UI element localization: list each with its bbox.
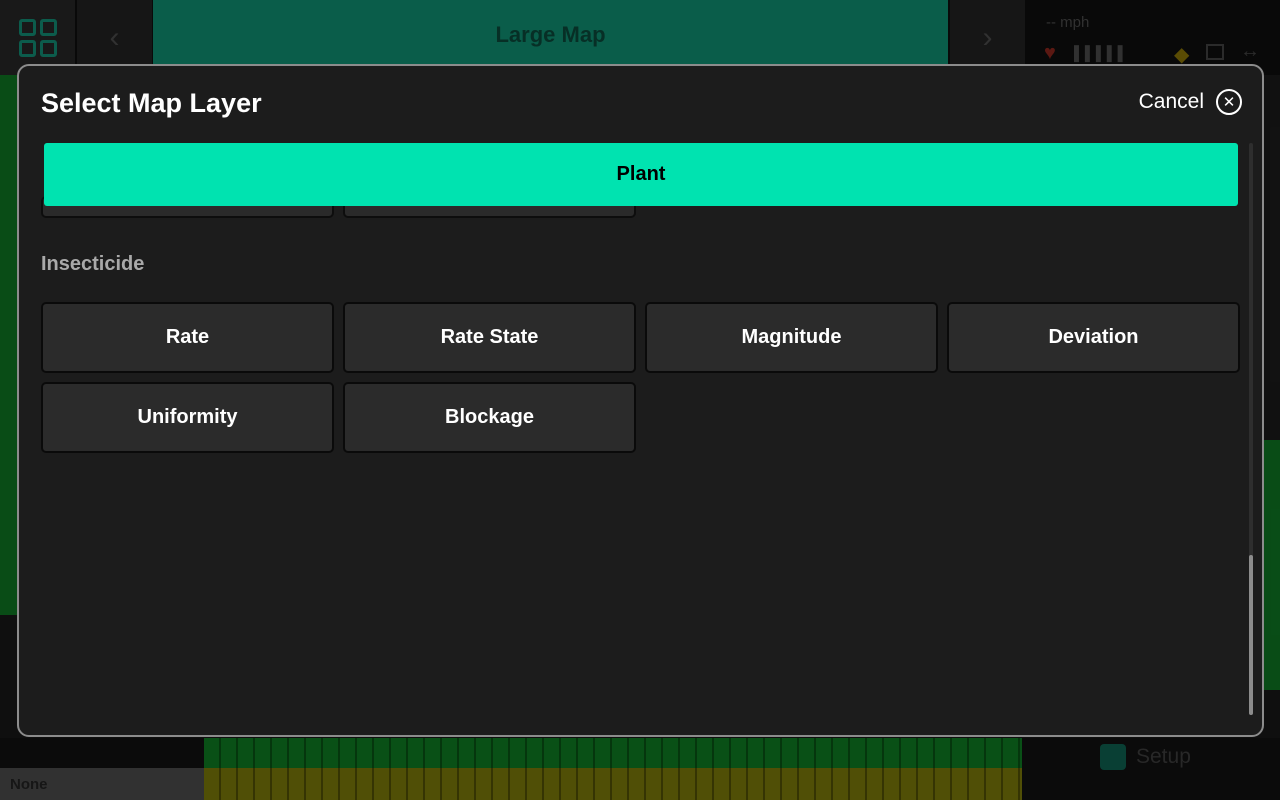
cancel-label: Cancel xyxy=(1138,90,1204,113)
scrollbar[interactable] xyxy=(1249,143,1253,715)
layer-option-magnitude[interactable]: Magnitude xyxy=(645,302,938,373)
close-icon: ✕ xyxy=(1216,89,1242,115)
scrollbar-thumb[interactable] xyxy=(1249,555,1253,715)
layer-option-blockage[interactable]: Blockage xyxy=(343,382,636,453)
layer-option-rate[interactable]: Rate xyxy=(41,302,334,373)
layer-option-deviation[interactable]: Deviation xyxy=(947,302,1240,373)
dialog-title: Select Map Layer xyxy=(41,88,262,118)
layer-option-uniformity[interactable]: Uniformity xyxy=(41,382,334,453)
section-label-insecticide: Insecticide xyxy=(41,253,145,275)
select-map-layer-dialog: Select Map Layer Cancel ✕ Plant Insectic… xyxy=(17,64,1264,737)
cancel-button[interactable]: Cancel ✕ xyxy=(1139,89,1242,115)
selected-layer-plant-button[interactable]: Plant xyxy=(44,143,1238,206)
layer-option-rate-state[interactable]: Rate State xyxy=(343,302,636,373)
